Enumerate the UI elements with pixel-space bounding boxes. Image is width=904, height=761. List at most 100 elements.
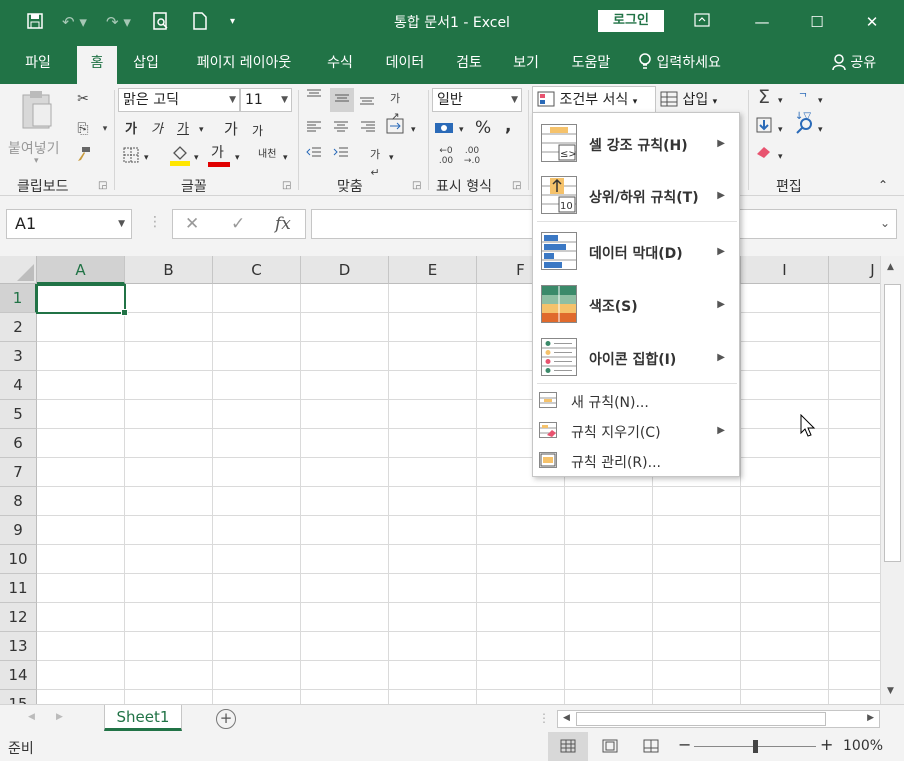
fill-color-dropdown-icon[interactable]: ▾ <box>194 149 199 167</box>
clear-dropdown-icon[interactable]: ▾ <box>778 148 783 166</box>
scroll-down-icon[interactable]: ▼ <box>887 686 894 696</box>
worksheet-grid[interactable]: ABCDEFGHIJ123456789101112131415 <box>0 256 880 704</box>
autosum-dropdown-icon[interactable]: ▾ <box>778 92 783 110</box>
sort-filter-icon[interactable]: ᄀ↓▽ <box>794 90 812 122</box>
horizontal-scroll-thumb[interactable] <box>576 712 826 726</box>
menu-manage-rules[interactable]: 규칙 관리(R)... <box>533 446 739 476</box>
column-header-b[interactable]: B <box>125 256 213 284</box>
tab-view[interactable]: 보기 <box>504 46 548 84</box>
tab-review[interactable]: 검토 <box>447 46 491 84</box>
align-left-icon[interactable] <box>305 120 323 138</box>
customize-qat-icon[interactable]: ▾ <box>230 12 235 32</box>
copy-icon[interactable]: ⎘ <box>74 120 92 138</box>
tell-me-search[interactable]: 입력하세요 <box>638 46 742 84</box>
column-header-j[interactable]: J <box>829 256 880 284</box>
row-header-13[interactable]: 13 <box>0 632 37 661</box>
tab-split-grip-icon[interactable]: ⋮ <box>538 711 550 725</box>
name-box[interactable]: A1 ▼ <box>6 209 132 239</box>
font-launcher-icon[interactable]: ◲ <box>282 180 291 191</box>
column-header-d[interactable]: D <box>301 256 389 284</box>
tab-help[interactable]: 도움말 <box>562 46 620 84</box>
shrink-font-button[interactable]: 가 <box>252 122 263 140</box>
column-header-c[interactable]: C <box>213 256 301 284</box>
undo-icon[interactable]: ↶ ▾ <box>62 12 87 32</box>
underline-button[interactable]: 가 <box>177 121 189 139</box>
merge-center-icon[interactable] <box>386 118 404 136</box>
menu-clear-rules[interactable]: 규칙 지우기(C) ▶ <box>533 416 739 446</box>
wrap-text-icon[interactable]: 가↵ <box>366 146 384 179</box>
column-header-i[interactable]: I <box>741 256 829 284</box>
zoom-out-icon[interactable]: − <box>678 735 691 754</box>
align-right-icon[interactable] <box>359 120 377 138</box>
grow-font-button[interactable]: 가 <box>224 120 238 138</box>
number-launcher-icon[interactable]: ◲ <box>512 180 521 191</box>
insert-function-button[interactable]: fx <box>275 214 291 234</box>
bold-button[interactable]: 가 <box>125 121 137 139</box>
save-icon[interactable] <box>26 12 44 32</box>
paste-button[interactable]: 붙여넣기 ▾ <box>6 90 68 168</box>
page-break-view-icon[interactable] <box>643 739 659 757</box>
cut-icon[interactable]: ✂ <box>74 90 92 108</box>
percent-button[interactable]: % <box>475 119 491 137</box>
row-header-4[interactable]: 4 <box>0 371 37 400</box>
column-header-e[interactable]: E <box>389 256 477 284</box>
prev-sheet-icon[interactable]: ◀ <box>28 712 35 722</box>
next-sheet-icon[interactable]: ▶ <box>56 712 63 722</box>
row-header-15[interactable]: 15 <box>0 690 37 704</box>
copy-dropdown-icon[interactable]: ▾ <box>96 120 114 138</box>
print-preview-icon[interactable] <box>152 12 170 32</box>
accounting-dropdown-icon[interactable]: ▾ <box>459 121 464 139</box>
row-header-8[interactable]: 8 <box>0 487 37 516</box>
menu-new-rule[interactable]: 새 규칙(N)... <box>533 386 739 416</box>
close-icon[interactable]: ✕ <box>860 10 884 34</box>
clipboard-launcher-icon[interactable]: ◲ <box>98 180 107 191</box>
minimize-icon[interactable]: — <box>750 10 774 34</box>
clear-icon[interactable] <box>755 144 773 162</box>
horizontal-scrollbar[interactable]: ◀ ▶ <box>557 710 880 728</box>
decrease-indent-icon[interactable] <box>305 146 323 164</box>
collapse-ribbon-icon[interactable]: ⌃ <box>878 176 888 194</box>
menu-icon-sets[interactable]: 아이콘 집합(I) ▶ <box>533 331 739 383</box>
align-top-icon[interactable] <box>305 88 323 106</box>
sheet-tab-sheet1[interactable]: Sheet1 <box>104 705 182 731</box>
zoom-level[interactable]: 100% <box>843 738 883 754</box>
align-middle-icon[interactable] <box>330 88 354 112</box>
ribbon-display-options-icon[interactable] <box>690 10 714 34</box>
autosum-icon[interactable]: Σ <box>755 88 773 107</box>
zoom-slider-thumb[interactable] <box>753 740 758 753</box>
underline-dropdown-icon[interactable]: ▾ <box>199 121 204 139</box>
font-size-select[interactable]: 11 ▼ <box>240 88 292 112</box>
borders-icon[interactable] <box>122 147 140 165</box>
accounting-format-icon[interactable] <box>434 120 453 138</box>
find-select-dropdown-icon[interactable]: ▾ <box>818 121 823 139</box>
font-name-select[interactable]: 맑은 고딕 ▼ <box>118 88 240 112</box>
confirm-entry-icon[interactable]: ✓ <box>231 214 245 234</box>
tab-data[interactable]: 데이터 <box>376 46 434 84</box>
insert-cells-button[interactable]: 삽입 ▾ <box>660 88 740 112</box>
vertical-scroll-thumb[interactable] <box>884 284 901 562</box>
wrap-dropdown-icon[interactable]: ▾ <box>389 149 394 167</box>
row-header-2[interactable]: 2 <box>0 313 37 342</box>
font-color-dropdown-icon[interactable]: ▾ <box>235 149 240 167</box>
tab-home[interactable]: 홈 <box>77 46 117 84</box>
menu-color-scales[interactable]: 색조(S) ▶ <box>533 278 739 330</box>
tab-file[interactable]: 파일 <box>10 46 66 84</box>
orientation-icon[interactable]: 가↗ <box>386 90 404 123</box>
add-sheet-icon[interactable]: + <box>216 709 236 729</box>
menu-highlight-cells-rules[interactable]: ≤> 셀 강조 규칙(H) ▶ <box>533 117 739 169</box>
row-header-5[interactable]: 5 <box>0 400 37 429</box>
row-header-14[interactable]: 14 <box>0 661 37 690</box>
expand-formula-bar-icon[interactable]: ⌄ <box>880 216 890 230</box>
redo-icon[interactable]: ↷ ▾ <box>106 12 131 32</box>
increase-decimal-icon[interactable]: ←0.00 <box>436 146 456 170</box>
cancel-entry-icon[interactable]: ✕ <box>185 214 199 234</box>
conditional-formatting-button[interactable]: 조건부 서식 ▾ <box>532 86 656 114</box>
fill-icon[interactable] <box>755 117 773 135</box>
new-document-icon[interactable] <box>192 12 208 32</box>
comma-button[interactable]: , <box>505 117 511 135</box>
select-all-corner[interactable] <box>0 256 37 284</box>
decrease-decimal-icon[interactable]: .00 →.0 <box>462 146 482 170</box>
italic-button[interactable]: 가 <box>151 121 163 139</box>
borders-dropdown-icon[interactable]: ▾ <box>144 149 149 167</box>
row-header-10[interactable]: 10 <box>0 545 37 574</box>
